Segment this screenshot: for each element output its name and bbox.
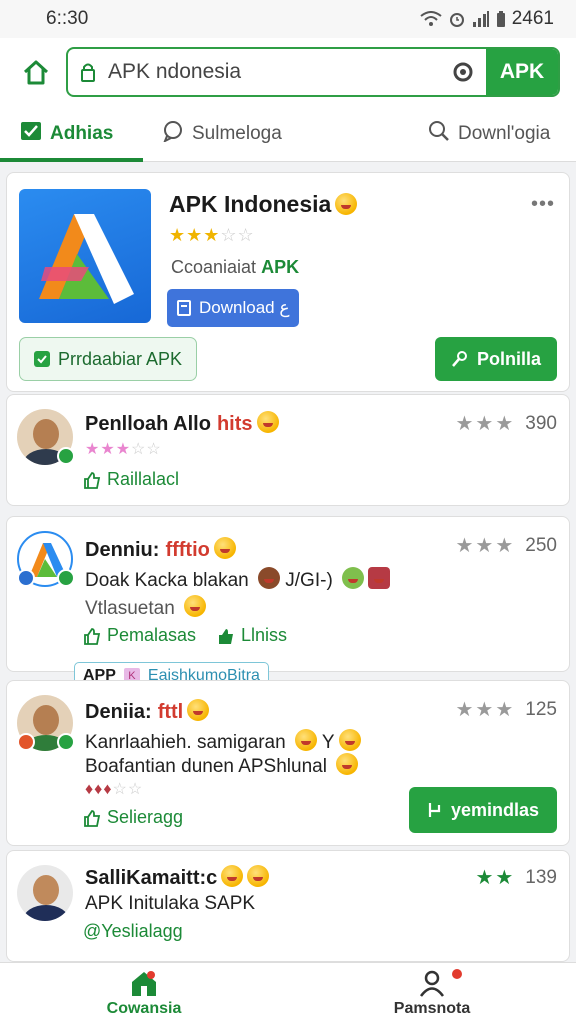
review-rating: ★★★ 390 <box>455 412 558 436</box>
search-settings-button[interactable] <box>440 60 486 84</box>
bottom-nav: Cowansia Pamsnota <box>0 962 576 1024</box>
sticker-emoji-icon <box>368 567 391 589</box>
lock-icon <box>68 62 108 82</box>
tab-downlogia[interactable]: Downl'ogia <box>428 106 550 162</box>
battery-level: 2461 <box>511 8 554 29</box>
face-emoji-icon <box>258 567 280 589</box>
thumbs-up-icon <box>84 809 101 827</box>
home-icon <box>23 60 49 85</box>
tab-indicator <box>0 158 143 162</box>
like-button[interactable]: Pemalasas <box>83 625 196 646</box>
star-rating-icon: ★★★ <box>455 699 516 721</box>
grin-emoji-icon <box>256 411 279 433</box>
check-icon <box>20 121 42 147</box>
laugh-emoji-icon <box>336 753 359 775</box>
review-rating: ★★ 139 <box>475 866 557 890</box>
review-author: SalliKamaitt:c <box>85 865 270 890</box>
download-button[interactable]: Download ع <box>167 289 300 327</box>
status-bar: 6::30 2461 <box>0 0 576 38</box>
tab-sulmeloga[interactable]: Sulmeloga <box>162 106 282 162</box>
notification-dot-icon <box>452 969 462 979</box>
reply-button[interactable]: @Yeslialagg <box>83 921 183 942</box>
share-button[interactable]: Llniss <box>217 625 287 646</box>
review-rating: ★★★ 250 <box>455 534 558 558</box>
review-card: SalliKamaitt:c APK Initulaka SAPK @Yesli… <box>6 850 570 962</box>
verified-badge-icon <box>57 569 75 587</box>
nav-home[interactable]: Cowansia <box>0 963 288 1024</box>
review-subtext: Vtlasuetan <box>85 595 207 620</box>
thumbs-up-filled-icon <box>219 628 233 644</box>
user-icon <box>419 970 445 997</box>
laugh-emoji-icon <box>294 729 317 751</box>
gear-icon <box>453 62 473 82</box>
sick-emoji-icon <box>342 567 365 589</box>
star-rating-icon: ★★ <box>475 867 516 889</box>
grin-emoji-icon <box>338 729 361 751</box>
review-author: Deniia: fttl <box>85 699 210 724</box>
signal-icon <box>472 11 489 27</box>
review-author: Denniu: ffftio <box>85 537 236 562</box>
grin-emoji-icon <box>335 193 358 215</box>
star-rating-icon: ★★★ <box>455 413 516 435</box>
review-card: Denniu: ffftio Doak Kacka blakan J/GI-) V… <box>6 516 570 672</box>
search-box[interactable]: APK <box>66 47 560 97</box>
tab-adhias[interactable]: Adhias <box>20 106 113 162</box>
review-text-2: Boafantian dunen APShlunal <box>85 753 359 778</box>
app-subtitle: Ccoaniaiat APK <box>171 257 300 277</box>
avatar[interactable] <box>17 865 73 921</box>
home-button[interactable] <box>18 54 54 90</box>
thumbs-up-icon <box>84 471 101 489</box>
alarm-icon <box>449 13 464 27</box>
grin-emoji-icon <box>184 595 207 617</box>
review-rating: ★★★ 125 <box>455 698 558 722</box>
chat-icon <box>162 120 184 148</box>
search-row: APK <box>0 38 576 106</box>
thumbs-up-icon <box>84 627 101 645</box>
reply-button[interactable]: Selieragg <box>83 807 183 828</box>
review-author: Penlloah Allo hits <box>85 411 279 436</box>
remind-button[interactable]: yemindlas <box>409 787 557 833</box>
review-text: APK Initulaka SAPK <box>85 893 256 914</box>
verified-badge-icon <box>57 733 75 751</box>
grin-emoji-icon <box>187 699 210 721</box>
review-stars: ★★★☆☆ <box>85 441 162 458</box>
tab-label: Downl'ogia <box>458 123 551 144</box>
tab-label: Sulmeloga <box>192 123 282 144</box>
grin-emoji-icon <box>213 537 236 559</box>
status-time: 6::30 <box>46 8 89 29</box>
pin-icon <box>428 803 441 817</box>
wifi-icon <box>420 11 442 26</box>
reply-button[interactable]: Raillalacl <box>83 469 179 490</box>
review-card: Deniia: fttl Kanrlaahieh. samigaran Y Boa… <box>6 680 570 846</box>
laugh-emoji-icon <box>247 865 270 887</box>
checkbox-icon <box>34 351 50 367</box>
tab-label: Adhias <box>50 123 114 144</box>
review-stars: ♦♦♦☆☆ <box>85 781 144 798</box>
search-icon <box>428 120 450 148</box>
review-text: Kanrlaahieh. samigaran Y <box>85 729 361 754</box>
popular-button[interactable]: Polnilla <box>435 337 557 381</box>
verified-badge-icon <box>17 569 35 587</box>
battery-icon <box>496 11 505 27</box>
app-logo-icon[interactable] <box>19 189 151 323</box>
star-rating-icon: ★★★ <box>455 535 516 557</box>
app-title: APK Indonesia <box>169 191 358 218</box>
status-icons: 2461 <box>420 8 554 30</box>
key-icon <box>452 351 467 367</box>
pill-tag-button[interactable]: Prrdaabiar APK <box>19 337 198 381</box>
apk-search-button[interactable]: APK <box>486 49 558 95</box>
tab-bar: Adhias Sulmeloga Downl'ogia <box>0 106 576 162</box>
more-options-button[interactable]: ••• <box>531 193 555 216</box>
nav-profile[interactable]: Pamsnota <box>288 963 576 1024</box>
review-card: Penlloah Allo hits ★★★☆☆ Raillalacl ★★★ 3… <box>6 394 570 506</box>
verified-badge-icon <box>57 447 75 465</box>
verified-badge-icon <box>17 733 35 751</box>
file-icon <box>177 300 191 316</box>
app-rating-stars: ★★★☆☆ <box>169 225 255 245</box>
review-text: Doak Kacka blakan J/GI-) <box>85 567 391 592</box>
grin-emoji-icon <box>221 865 244 887</box>
home-icon <box>132 971 156 996</box>
app-hero-card: APK Indonesia ★★★☆☆ Ccoaniaiat APK Downl… <box>6 172 570 392</box>
search-input[interactable] <box>108 60 440 84</box>
